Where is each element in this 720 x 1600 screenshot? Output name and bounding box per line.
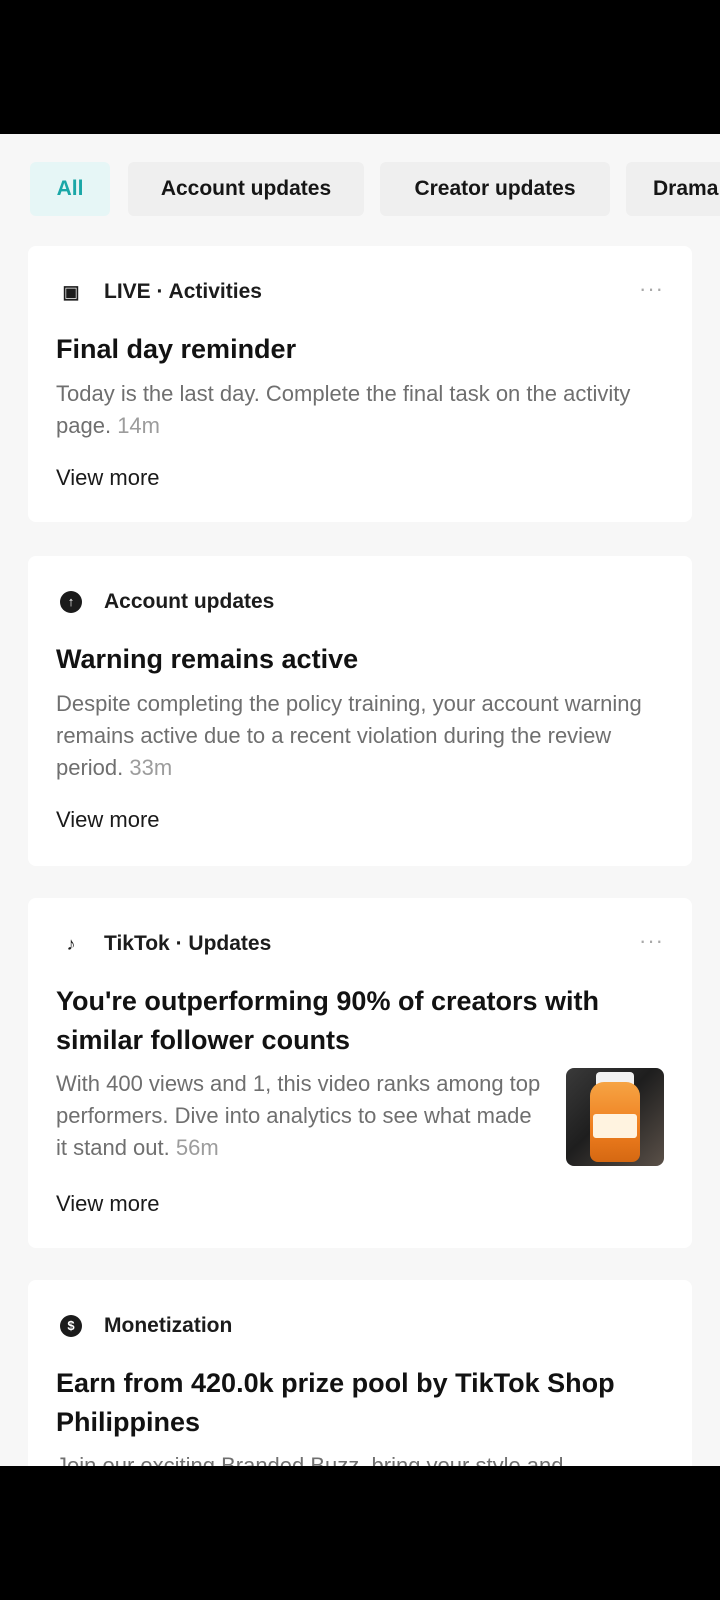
more-options-icon[interactable]: ···	[639, 926, 664, 956]
view-more-link[interactable]: View more	[56, 462, 160, 494]
filter-tab-account-updates[interactable]: Account updates	[128, 162, 364, 216]
card-header: ▣ LIVE · Activities ···	[56, 274, 664, 310]
card-header: $ Monetization	[56, 1308, 664, 1344]
more-options-icon[interactable]: ···	[639, 274, 664, 304]
card-category: LIVE · Activities	[104, 280, 262, 303]
card-body: With 400 views and 1, this video ranks a…	[56, 1068, 546, 1164]
dollar-circle-icon: $	[60, 1315, 82, 1337]
card-body: Despite completing the policy training, …	[56, 688, 664, 784]
view-more-link[interactable]: View more	[56, 804, 160, 836]
card-title: Final day reminder	[56, 334, 297, 364]
card-category: Monetization	[104, 1314, 233, 1337]
navigation-bar-area	[0, 1466, 720, 1600]
card-timestamp: 56m	[175, 1135, 219, 1160]
filter-tab-all[interactable]: All	[30, 162, 110, 216]
filter-tab-drama[interactable]: Drama	[626, 162, 720, 216]
filter-tab-creator-updates[interactable]: Creator updates	[380, 162, 610, 216]
view-more-link[interactable]: View more	[56, 1188, 160, 1220]
card-timestamp: 14m	[117, 413, 160, 438]
video-thumbnail[interactable]	[566, 1068, 664, 1166]
card-category: TikTok · Updates	[104, 932, 272, 955]
filter-tabs: All Account updates Creator updates Dram…	[0, 162, 720, 218]
card-category: Account updates	[104, 590, 275, 613]
tiktok-logo-icon: ♪	[60, 933, 82, 955]
card-title: You're outperforming 90% of creators wit…	[56, 986, 599, 1055]
card-body: Join our exciting Branded Buzz, bring yo…	[56, 1450, 664, 1466]
live-tv-icon: ▣	[60, 281, 82, 303]
card-header: ↑ Account updates	[56, 584, 664, 620]
notification-card-live-activities[interactable]: ▣ LIVE · Activities ··· Final day remind…	[28, 246, 692, 522]
card-body-text: Join our exciting Branded Buzz, bring yo…	[56, 1453, 564, 1466]
notification-card-monetization[interactable]: $ Monetization Earn from 420.0k prize po…	[28, 1280, 692, 1466]
card-body-text: With 400 views and 1, this video ranks a…	[56, 1071, 541, 1160]
card-timestamp: 33m	[129, 755, 173, 780]
notification-card-account-updates[interactable]: ↑ Account updates Warning remains active…	[28, 556, 692, 866]
card-header: ♪ TikTok · Updates ···	[56, 926, 664, 962]
notifications-screen: All Account updates Creator updates Dram…	[0, 134, 720, 1466]
status-bar-area	[0, 0, 720, 134]
card-title: Earn from 420.0k prize pool by TikTok Sh…	[56, 1368, 615, 1437]
card-body: Today is the last day. Complete the fina…	[56, 378, 664, 442]
bottle-label-shape	[593, 1114, 637, 1138]
notification-card-tiktok-updates[interactable]: ♪ TikTok · Updates ··· You're outperform…	[28, 898, 692, 1248]
card-title: Warning remains active	[56, 644, 359, 674]
arrow-up-circle-icon: ↑	[60, 591, 82, 613]
